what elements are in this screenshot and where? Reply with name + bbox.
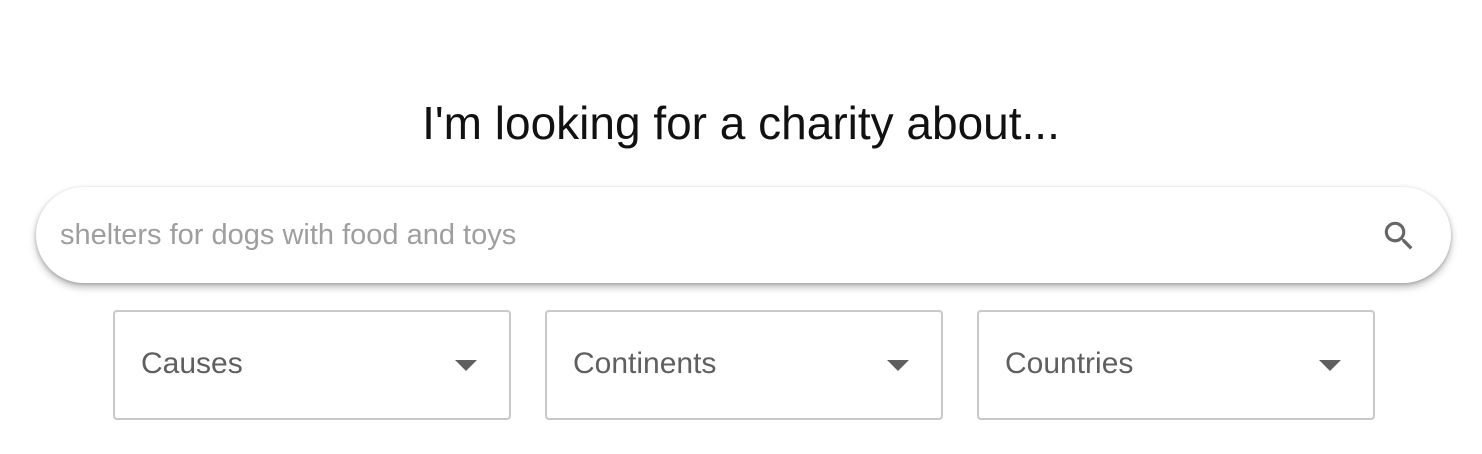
chevron-down-icon (455, 360, 477, 371)
chevron-down-icon (1319, 360, 1341, 371)
chevron-down-icon (887, 360, 909, 371)
search-bar (36, 187, 1451, 283)
search-icon (1384, 221, 1413, 250)
causes-dropdown-label: Causes (141, 347, 243, 380)
continents-dropdown-label: Continents (573, 347, 717, 380)
countries-dropdown-label: Countries (1005, 347, 1134, 380)
charity-search-page: I'm looking for a charity about... Cause… (0, 0, 1482, 454)
page-title: I'm looking for a charity about... (422, 97, 1060, 149)
countries-dropdown[interactable]: Countries (977, 310, 1375, 420)
causes-dropdown[interactable]: Causes (113, 310, 511, 420)
search-input[interactable] (60, 187, 1360, 283)
search-button[interactable] (1378, 215, 1420, 257)
continents-dropdown[interactable]: Continents (545, 310, 943, 420)
